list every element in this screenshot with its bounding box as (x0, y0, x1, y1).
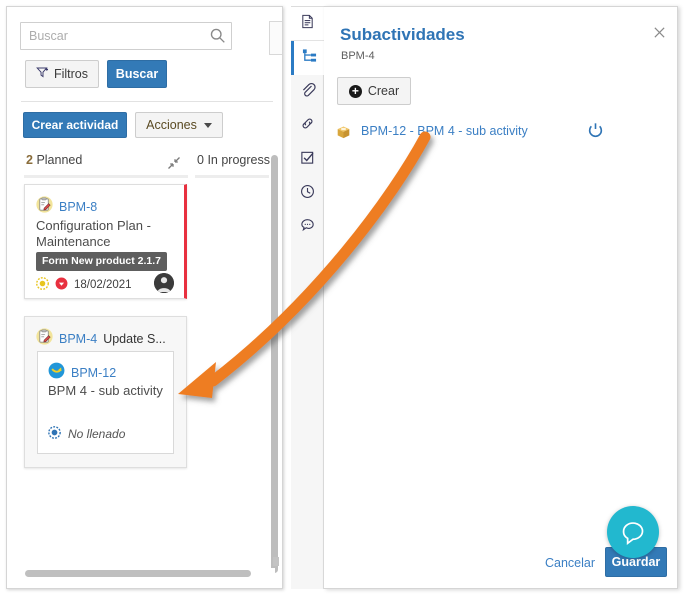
card-title-truncated: Update S... (103, 332, 166, 346)
funnel-plus-icon (36, 66, 49, 82)
column-rule-planned (24, 175, 188, 178)
clipboard-pencil-icon (36, 196, 53, 218)
hierarchy-tree-icon (302, 48, 317, 68)
column-header-planned: 2 Planned (26, 153, 82, 167)
create-button-label: Crear (367, 84, 400, 98)
rail-item-attachments[interactable] (291, 75, 324, 109)
rail-item-subactivities[interactable] (291, 41, 324, 75)
checkbox-checked-icon (300, 150, 315, 170)
column-scrollbar[interactable] (271, 155, 278, 573)
sub-activity-card[interactable]: BPM-12 BPM 4 - sub activity No llenado (37, 351, 174, 454)
card-title: Configuration Plan - Maintenance (36, 218, 151, 249)
subcard-state-row: No llenado (48, 426, 125, 442)
subactivity-row[interactable]: BPM-12 - BPM 4 - sub activity (324, 119, 678, 147)
close-icon[interactable] (651, 24, 667, 40)
subactivities-panel: Subactividades BPM-4 + Crear BPM-12 - BP… (324, 6, 678, 589)
board-pane: Filtros Buscar Crear actividad Acciones … (6, 6, 283, 589)
clock-icon (300, 184, 315, 204)
collapse-icon[interactable] (167, 156, 181, 170)
card-id[interactable]: BPM-8 (59, 200, 97, 214)
rail-item-checklist[interactable] (291, 143, 324, 177)
plus-circle-icon: + (348, 84, 362, 98)
search-input[interactable] (20, 22, 232, 50)
activity-card[interactable]: BPM-4 Update S... BPM-12 BPM 4 - sub act… (24, 316, 187, 468)
package-box-icon (336, 125, 351, 145)
actions-button-label: Acciones (146, 118, 197, 132)
rail-item-links[interactable] (291, 109, 324, 143)
create-button[interactable]: + Crear (337, 77, 411, 105)
column-header-in-progress: 0 In progress (197, 153, 270, 167)
activity-card[interactable]: BPM-8 Configuration Plan - Maintenance F… (24, 184, 187, 299)
page-title: Subactividades (340, 25, 465, 44)
filters-button-label: Filtros (53, 67, 89, 81)
comment-icon (300, 218, 315, 238)
card-id-row: BPM-8 (36, 196, 97, 218)
link-icon (300, 116, 315, 136)
paperclip-icon (300, 82, 316, 103)
card-form-tag: Form New product 2.1.7 (36, 252, 168, 271)
column-rule-in-progress (195, 175, 269, 178)
card-id-row: BPM-4 Update S... (36, 328, 166, 350)
app-screenshot: Filtros Buscar Crear actividad Acciones … (0, 0, 685, 601)
chat-bubble-icon[interactable] (607, 506, 659, 558)
search-button[interactable]: Buscar (107, 60, 167, 88)
horizontal-scrollbar-thumb[interactable] (25, 570, 251, 577)
arrow-down-circle-icon (55, 277, 68, 293)
column-name-in-progress: In progress (207, 153, 270, 167)
detail-panel-icon-rail (291, 6, 324, 589)
subactivity-row-label[interactable]: BPM-12 - BPM 4 - sub activity (361, 124, 528, 138)
rail-item-document[interactable] (291, 7, 324, 41)
arrow-circle-icon (48, 362, 65, 384)
rail-item-history[interactable] (291, 177, 324, 211)
panel-edge-stub (269, 21, 282, 55)
card-id[interactable]: BPM-4 (59, 332, 97, 346)
column-count-planned: 2 (26, 153, 33, 167)
card-due-date: 18/02/2021 (74, 279, 132, 291)
avatar[interactable] (154, 273, 174, 293)
actions-button[interactable]: Acciones (135, 112, 223, 138)
create-activity-button[interactable]: Crear actividad (23, 112, 127, 138)
power-icon[interactable] (587, 122, 604, 144)
chevron-down-icon (203, 122, 212, 128)
filters-button[interactable]: Filtros (25, 60, 99, 88)
clipboard-pencil-icon (36, 328, 53, 350)
panel-subtitle: BPM-4 (341, 50, 375, 62)
rail-item-comments[interactable] (291, 211, 324, 245)
toolbar-divider (21, 101, 273, 102)
subcard-id[interactable]: BPM-12 (71, 366, 116, 380)
scrollbar-corner-nub (273, 557, 279, 566)
target-icon (36, 277, 49, 293)
subcard-id-row: BPM-12 (48, 362, 116, 384)
subcard-title: BPM 4 - sub activity (48, 383, 163, 398)
document-icon (300, 14, 315, 34)
cancel-button[interactable]: Cancelar (545, 556, 595, 570)
radio-filled-icon (48, 426, 61, 442)
column-name-planned: Planned (36, 153, 83, 167)
subcard-state-label: No llenado (68, 427, 126, 441)
column-count-in-progress: 0 (197, 153, 204, 167)
search-icon[interactable] (209, 27, 226, 44)
card-meta-row: 18/02/2021 (36, 277, 132, 293)
search-field-wrap (20, 22, 232, 50)
